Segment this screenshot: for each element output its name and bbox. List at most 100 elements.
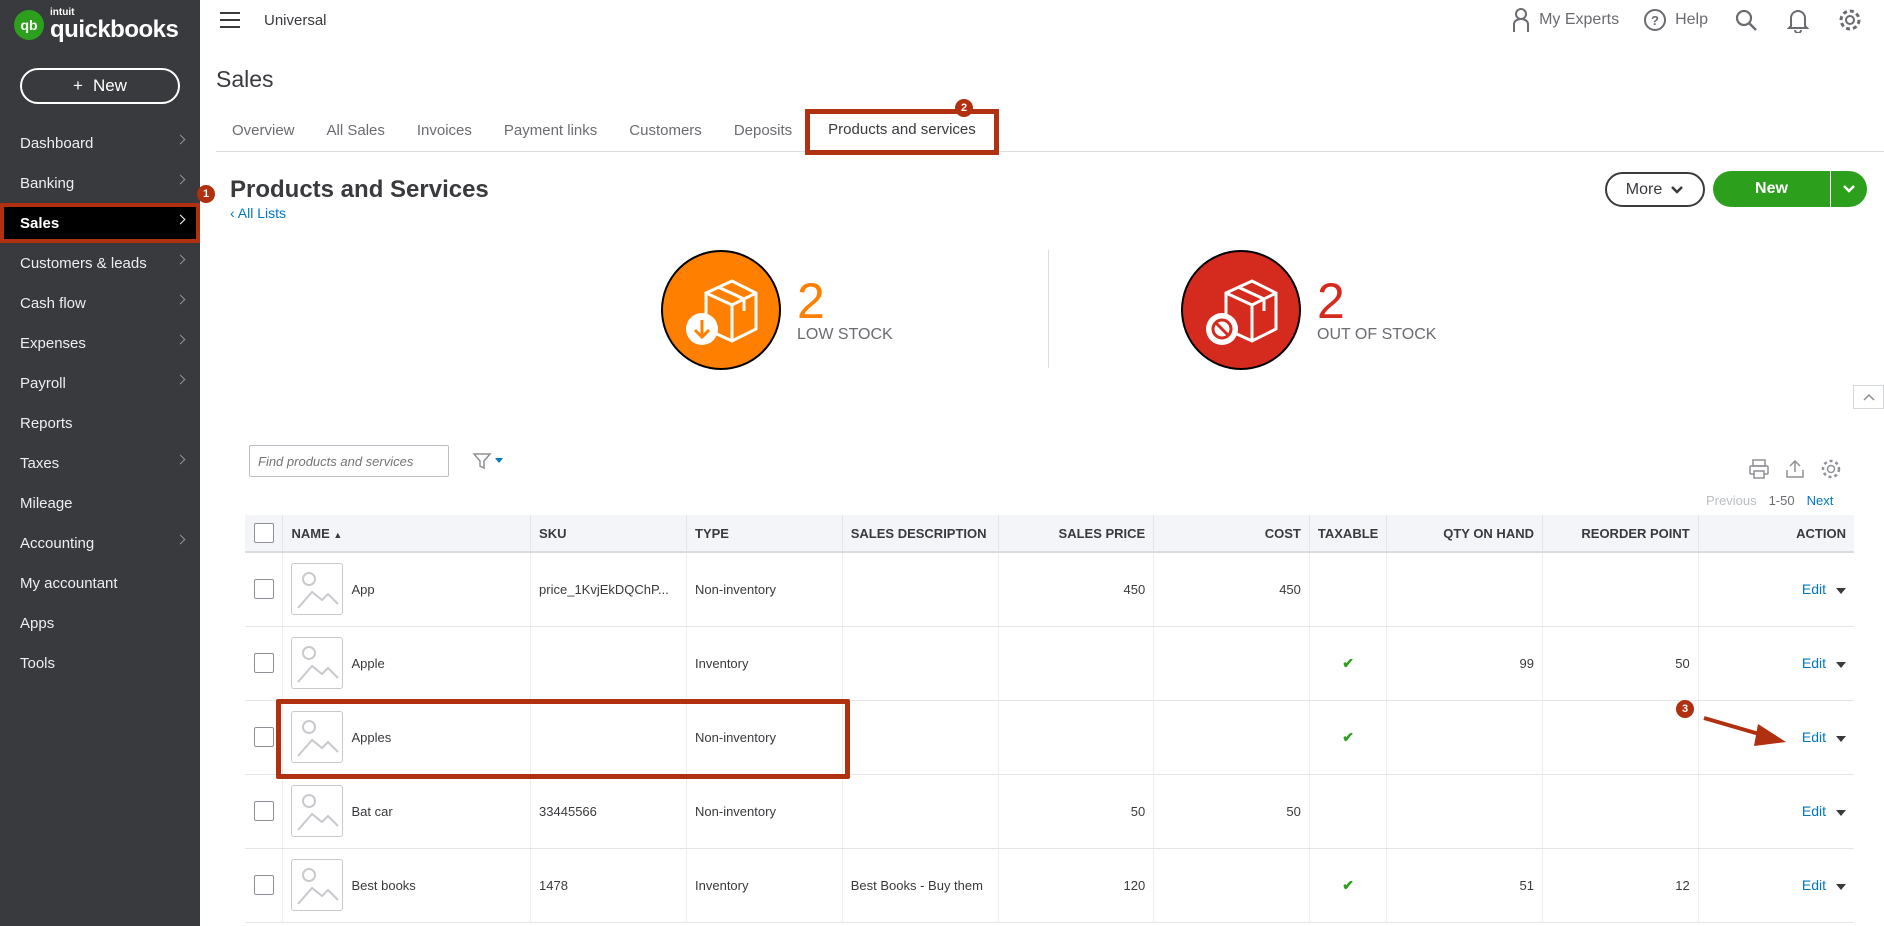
tab-deposits[interactable]: Deposits <box>718 112 808 152</box>
table-row[interactable]: Apples Non-inventory ✔ Edit <box>245 700 1854 775</box>
tab-customers[interactable]: Customers <box>613 112 718 152</box>
new-item-button[interactable]: New <box>1713 171 1831 207</box>
my-experts-link[interactable]: My Experts <box>1511 7 1619 33</box>
pager-previous[interactable]: Previous <box>1706 493 1757 508</box>
print-icon[interactable] <box>1748 458 1770 480</box>
sidebar-item-label: Sales <box>20 214 60 232</box>
search-products-input[interactable] <box>249 445 449 477</box>
tab-products-and-services[interactable]: Products and services <box>805 109 999 155</box>
col-taxable-header[interactable]: TAXABLE <box>1309 515 1388 553</box>
sidebar-item-reports[interactable]: Reports <box>0 403 200 443</box>
sidebar-item-taxes[interactable]: Taxes <box>0 443 200 483</box>
sidebar-item-cash-flow[interactable]: Cash flow <box>0 283 200 323</box>
col-reorder-point-header[interactable]: REORDER POINT <box>1542 515 1699 553</box>
chevron-right-icon <box>175 134 186 145</box>
help-label: Help <box>1675 11 1708 28</box>
my-experts-label: My Experts <box>1539 11 1620 28</box>
sort-ascending-icon: ▲ <box>333 529 343 540</box>
action-caret-down-icon[interactable] <box>1836 809 1846 816</box>
col-sales-price-header[interactable]: SALES PRICE <box>998 515 1155 553</box>
sidebar-item-customers-leads[interactable]: Customers & leads <box>0 243 200 283</box>
sidebar-new-button[interactable]: + New <box>20 68 180 104</box>
out-of-stock-card[interactable]: 2 OUT OF STOCK <box>1181 250 1436 370</box>
sidebar-item-apps[interactable]: Apps <box>0 603 200 643</box>
sidebar-item-banking[interactable]: Banking <box>0 163 200 203</box>
action-caret-down-icon[interactable] <box>1836 735 1846 742</box>
hamburger-menu-icon[interactable] <box>220 12 240 28</box>
qb-logo-mark: qb <box>14 10 44 40</box>
col-type-header[interactable]: TYPE <box>686 515 843 553</box>
all-lists-link[interactable]: ‹ All Lists <box>230 205 286 221</box>
chevron-right-icon <box>175 454 186 465</box>
sidebar-item-dashboard[interactable]: Dashboard <box>0 123 200 163</box>
row-checkbox[interactable] <box>253 579 274 600</box>
table-row[interactable]: App price_1KvjEkDQChP... Non-inventory 450 4… <box>245 552 1854 627</box>
new-item-dropdown[interactable] <box>1831 171 1867 207</box>
tab-invoices[interactable]: Invoices <box>401 112 488 152</box>
col-cost-header[interactable]: COST <box>1153 515 1310 553</box>
sidebar-item-label: Payroll <box>20 374 66 392</box>
col-sales-description-header[interactable]: SALES DESCRIPTION <box>842 515 999 553</box>
table-row[interactable]: Best books 1478 Inventory Best Books - Buy … <box>245 848 1854 923</box>
action-caret-down-icon[interactable] <box>1836 661 1846 668</box>
col-qty-on-hand-header[interactable]: QTY ON HAND <box>1386 515 1543 553</box>
bell-icon[interactable] <box>1784 6 1812 34</box>
sidebar-item-expenses[interactable]: Expenses <box>0 323 200 363</box>
table-settings-gear-icon[interactable] <box>1820 458 1842 480</box>
select-all-checkbox[interactable] <box>253 523 274 543</box>
row-checkbox[interactable] <box>253 875 274 895</box>
table-row[interactable]: Bat car 33445566 Non-inventory 50 50 Edit <box>245 774 1854 849</box>
edit-link[interactable]: Edit <box>1802 877 1826 893</box>
search-icon[interactable] <box>1732 6 1760 34</box>
pager-next[interactable]: Next <box>1807 493 1834 508</box>
caret-down-icon <box>495 458 503 463</box>
top-bar: Universal My Experts ? Help <box>200 0 1884 42</box>
action-caret-down-icon[interactable] <box>1836 587 1846 594</box>
product-sales-price <box>998 626 1155 701</box>
edit-link[interactable]: Edit <box>1802 803 1826 819</box>
gear-icon[interactable] <box>1836 6 1864 34</box>
product-qty-on-hand <box>1386 774 1543 849</box>
out-of-stock-box-icon <box>1181 250 1301 370</box>
export-icon[interactable] <box>1784 458 1806 480</box>
row-checkbox[interactable] <box>253 653 274 673</box>
image-placeholder-icon <box>291 637 344 689</box>
edit-link[interactable]: Edit <box>1802 581 1826 597</box>
sidebar-item-accounting[interactable]: Accounting <box>0 523 200 563</box>
help-link[interactable]: ? Help <box>1643 8 1708 32</box>
product-qty-on-hand: 51 <box>1386 848 1543 923</box>
sales-tabs: Overview All Sales Invoices Payment links Cu… <box>216 109 1884 155</box>
row-checkbox[interactable] <box>253 801 274 821</box>
product-name[interactable]: Best books <box>351 878 415 893</box>
collapse-chevron-up-icon[interactable] <box>1853 385 1884 409</box>
edit-link[interactable]: Edit <box>1802 729 1826 745</box>
action-caret-down-icon[interactable] <box>1836 883 1846 890</box>
tab-all-sales[interactable]: All Sales <box>311 112 401 152</box>
quickbooks-logo[interactable]: qb intuit quickbooks <box>14 8 179 43</box>
low-stock-card[interactable]: 2 LOW STOCK <box>661 250 893 370</box>
sidebar-item-mileage[interactable]: Mileage <box>0 483 200 523</box>
product-name[interactable]: App <box>351 582 374 597</box>
col-sku-header[interactable]: SKU <box>530 515 688 553</box>
product-name[interactable]: Apples <box>351 730 391 745</box>
sidebar-item-label: Banking <box>20 174 75 192</box>
row-checkbox[interactable] <box>253 727 274 747</box>
product-name[interactable]: Apple <box>351 656 384 671</box>
product-type: Inventory <box>686 626 843 701</box>
more-button[interactable]: More <box>1605 172 1705 207</box>
product-sku: 33445566 <box>530 774 688 849</box>
product-name[interactable]: Bat car <box>351 804 392 819</box>
tab-payment-links[interactable]: Payment links <box>488 112 613 152</box>
sidebar-item-label: Tools <box>20 654 56 672</box>
sidebar-item-payroll[interactable]: Payroll <box>0 363 200 403</box>
table-row[interactable]: Apple Inventory ✔ 99 50 Edit <box>245 626 1854 701</box>
sidebar-item-tools[interactable]: Tools <box>0 643 200 683</box>
tab-overview[interactable]: Overview <box>216 112 311 152</box>
sidebar-item-sales[interactable]: Sales <box>0 203 200 243</box>
logo-quickbooks-text: quickbooks <box>50 16 179 43</box>
edit-link[interactable]: Edit <box>1802 655 1826 671</box>
sidebar-item-my-accountant[interactable]: My accountant <box>0 563 200 603</box>
filter-button[interactable] <box>472 451 504 471</box>
col-name-header[interactable]: NAME ▲ <box>282 515 532 553</box>
chevron-right-icon <box>175 254 186 265</box>
